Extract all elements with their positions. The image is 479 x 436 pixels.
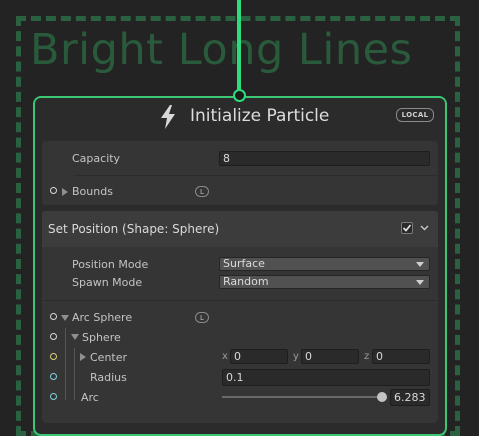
arc-sphere-label: Arc Sphere — [72, 311, 133, 324]
center-y-field[interactable]: 0 — [301, 349, 359, 364]
hierarchy-guide — [74, 348, 75, 400]
center-z-label: z — [364, 351, 370, 362]
center-expand-icon[interactable] — [80, 353, 86, 361]
sphere-collapse-icon[interactable] — [71, 334, 79, 340]
check-icon — [402, 224, 412, 232]
divider — [74, 175, 438, 176]
position-mode-dropdown[interactable]: Surface — [219, 257, 430, 271]
flow-edge[interactable] — [237, 0, 241, 96]
group-title[interactable]: Bright Long Lines — [30, 24, 412, 76]
dropdown-arrow-icon — [416, 262, 424, 267]
dropdown-arrow-icon — [416, 280, 424, 285]
capacity-field[interactable]: 8 — [219, 151, 430, 166]
arc-slider-track[interactable] — [222, 396, 382, 398]
arc-value-field[interactable]: 6.283 — [390, 389, 430, 406]
position-mode-label: Position Mode — [72, 258, 149, 271]
spawn-mode-label: Spawn Mode — [72, 276, 143, 289]
sphere-label: Sphere — [82, 331, 121, 344]
bounds-port[interactable] — [50, 187, 57, 194]
node-title: Initialize Particle — [190, 106, 330, 126]
bounds-space-badge[interactable]: L — [195, 186, 209, 197]
bounds-label: Bounds — [72, 185, 113, 198]
arc-sphere-port[interactable] — [50, 313, 57, 320]
spawn-mode-dropdown[interactable]: Random — [219, 275, 430, 289]
arc-sphere-collapse-icon[interactable] — [61, 315, 69, 321]
capacity-label: Capacity — [72, 152, 121, 165]
arc-slider-thumb[interactable] — [377, 392, 387, 402]
lightning-icon — [161, 105, 175, 129]
chevron-down-icon[interactable] — [420, 225, 429, 231]
space-toggle-badge[interactable]: LOCAL — [396, 108, 434, 122]
radius-field[interactable]: 0.1 — [222, 369, 430, 386]
sphere-port[interactable] — [50, 333, 57, 340]
center-x-label: x — [222, 351, 228, 362]
arc-label: Arc — [81, 391, 99, 404]
center-x-field[interactable]: 0 — [230, 349, 288, 364]
center-port[interactable] — [50, 353, 57, 360]
radius-label: Radius — [90, 371, 127, 384]
arc-sphere-space-badge[interactable]: L — [195, 312, 209, 323]
hierarchy-guide — [65, 328, 66, 400]
radius-port[interactable] — [50, 373, 57, 380]
center-label: Center — [90, 351, 128, 364]
divider — [44, 300, 436, 301]
center-z-field[interactable]: 0 — [372, 349, 430, 364]
flow-input-port[interactable] — [233, 89, 246, 102]
block-title: Set Position (Shape: Sphere) — [48, 222, 220, 236]
block-enabled-checkbox[interactable] — [401, 222, 413, 234]
position-mode-value: Surface — [223, 257, 265, 270]
spawn-mode-value: Random — [223, 275, 269, 288]
bounds-expand-icon[interactable] — [62, 188, 68, 196]
center-y-label: y — [293, 351, 299, 362]
arc-port[interactable] — [50, 393, 57, 400]
